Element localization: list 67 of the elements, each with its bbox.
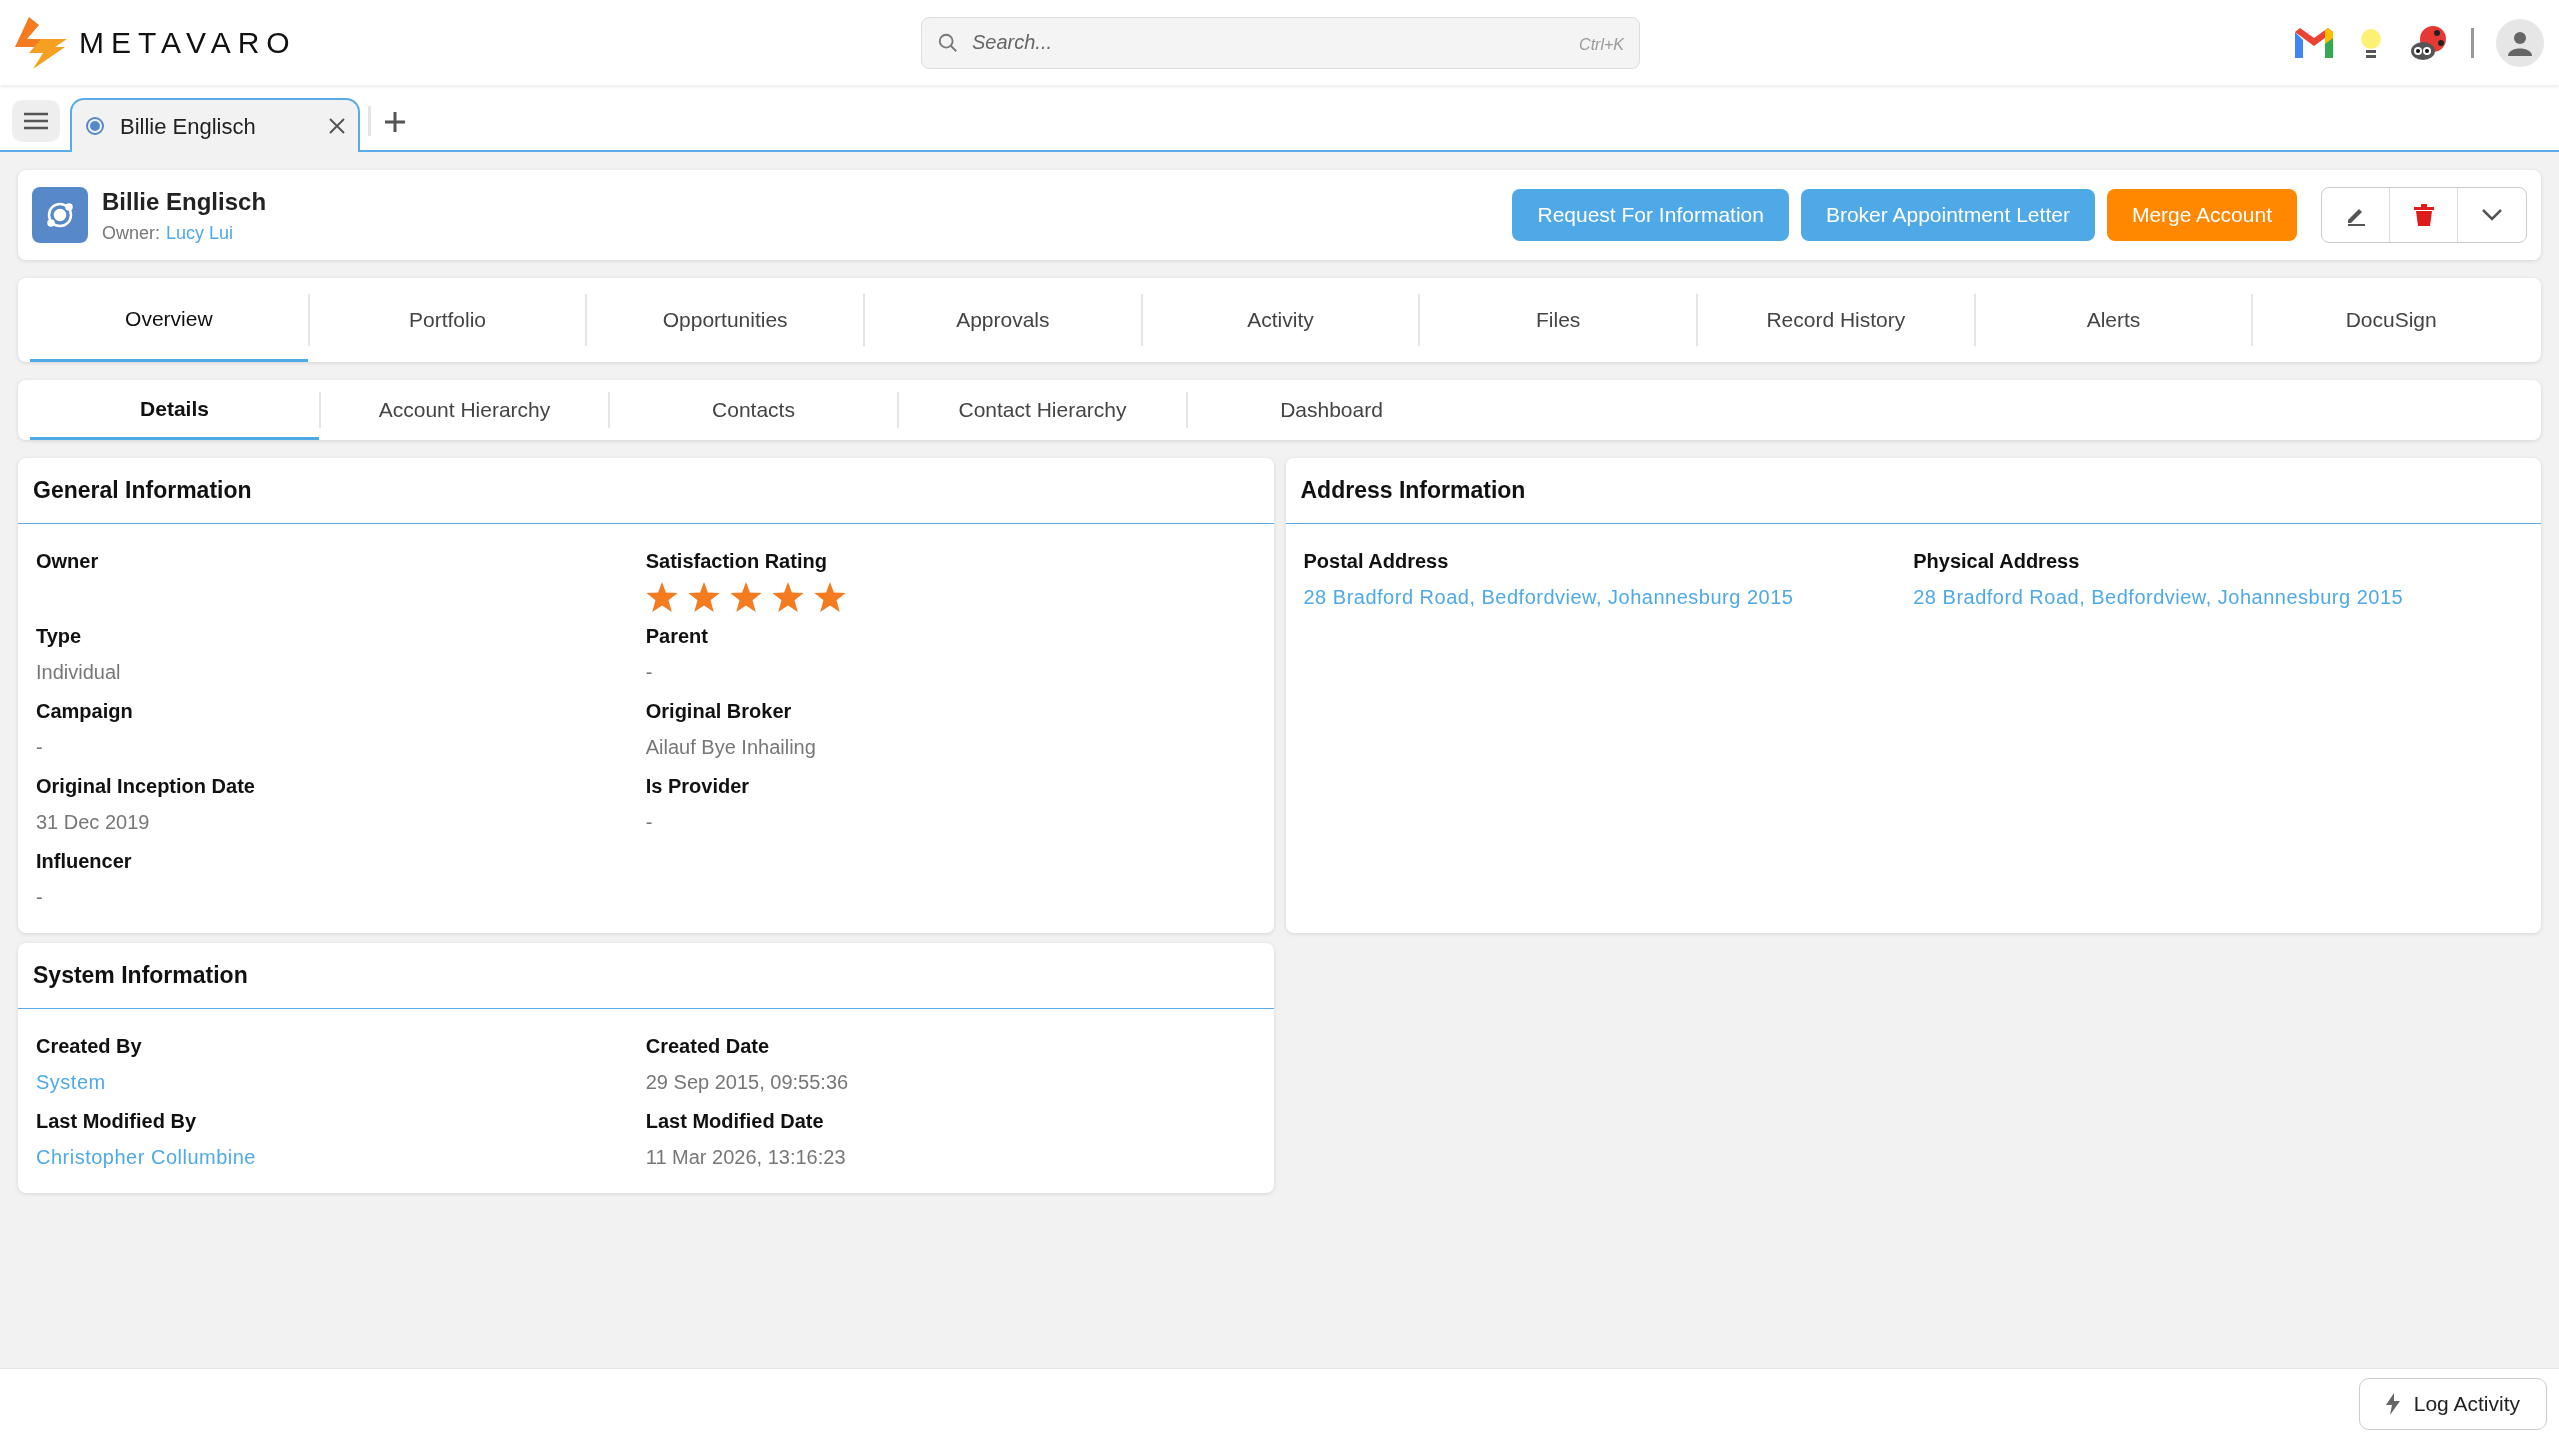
owner-label: Owner: [102,221,161,245]
main-tab[interactable]: Alerts [1975,278,2252,362]
close-icon [328,117,346,135]
section-title: General Information [33,476,252,506]
orbit-icon [84,115,106,137]
person-icon [2507,29,2533,56]
mail-icon[interactable] [2295,27,2333,58]
star-icon [645,582,678,612]
field-label: Parent [645,624,709,649]
field-value: - [36,885,44,910]
close-tab-button[interactable] [328,117,346,135]
field-label: Satisfaction Rating [645,549,828,574]
field-label: Last Modified By [36,1109,197,1134]
field-value: 31 Dec 2019 [36,810,151,835]
field-label: Created By [36,1034,143,1059]
record-tab[interactable]: Billie Englisch [70,98,360,152]
field-value: - [645,660,654,685]
field-value: 29 Sep 2015, 09:55:36 [645,1070,850,1095]
field-label: Campaign [36,699,134,724]
field-value: - [36,735,44,760]
field-label: Original Broker [645,699,793,724]
sub-tab[interactable]: Contact Hierarchy [899,380,1186,440]
orbit-icon [45,200,75,230]
plus-icon [385,112,405,132]
main-tab[interactable]: DocuSign [2253,278,2530,362]
section-title: Address Information [1300,476,1526,506]
user-avatar[interactable] [2496,18,2544,67]
field-label: Owner [36,549,100,574]
menu-icon [24,112,48,130]
star-icon [687,582,720,612]
field-label: Last Modified Date [645,1109,825,1134]
lightning-icon [2385,1393,2400,1415]
shortcut-hint: Ctrl+K [1579,34,1624,55]
field-label: Is Provider [645,774,751,799]
tab-label: Billie Englisch [120,112,257,141]
field-value: Ailauf Bye Inhailing [645,735,817,760]
sub-tab[interactable]: Account Hierarchy [321,380,608,440]
main-tab[interactable]: Approvals [865,278,1141,362]
field-label: Postal Address [1303,549,1450,574]
main-tab[interactable]: Record History [1698,278,1974,362]
field-label: Influencer [36,849,133,874]
record-name: Billie Englisch [102,186,267,217]
logo-text: METAVARO [79,25,297,61]
sub-tab[interactable]: Dashboard [1188,380,1475,440]
ladybug-icon[interactable] [2409,24,2449,61]
field-label: Original Inception Date [36,774,256,799]
star-icon [813,582,846,612]
menu-button[interactable] [12,100,60,142]
field-label: Type [36,624,83,649]
main-tab[interactable]: Files [1420,278,1697,362]
field-label: Created Date [645,1034,771,1059]
star-icon [729,582,762,612]
chevron-down-icon [2481,208,2503,222]
search-icon [937,31,959,54]
star-icon [771,582,804,612]
field-value: Individual [36,660,122,685]
main-tab[interactable]: Activity [1142,278,1419,362]
main-tab[interactable]: Opportunities [587,278,863,362]
sub-tab[interactable]: Details [30,380,319,440]
section-title: System Information [33,961,248,991]
trash-icon [2413,204,2434,226]
log-activity-button[interactable]: Log Activity [2358,1378,2547,1430]
main-tab[interactable]: Portfolio [309,278,586,362]
sub-tab[interactable]: Contacts [610,380,897,440]
field-label: Physical Address [1913,549,2081,574]
field-value: - [645,810,654,835]
field-value: 11 Mar 2026, 13:16:23 [645,1145,847,1170]
